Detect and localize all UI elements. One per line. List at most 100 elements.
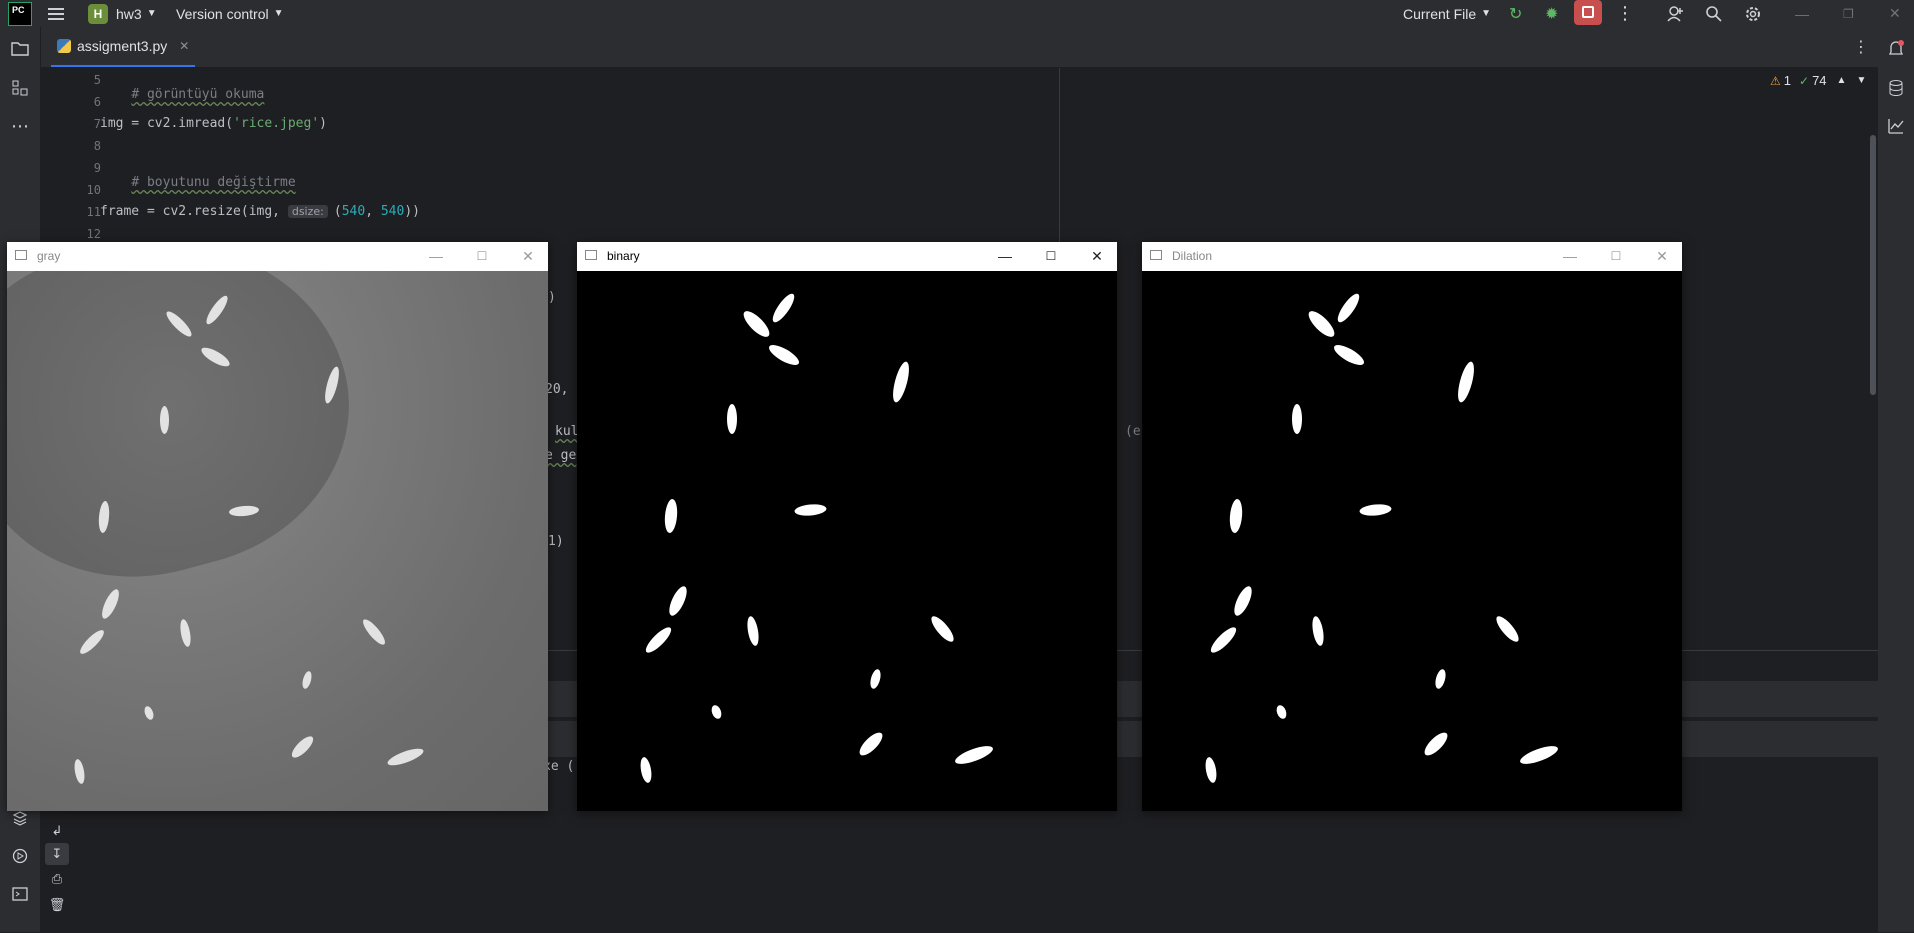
rice-grain: [663, 498, 679, 534]
tab-assigment3[interactable]: assigment3.py ✕: [51, 27, 196, 67]
project-selector[interactable]: H hw3 ▼: [88, 0, 157, 27]
window-title: binary: [607, 249, 640, 263]
rice-grain: [727, 404, 737, 434]
rice-grain: [769, 290, 798, 326]
dilation-image: [1142, 271, 1682, 811]
more-actions-icon[interactable]: ⋮: [1616, 0, 1634, 27]
terminal-icon[interactable]: [9, 883, 31, 905]
scroll-to-end-icon[interactable]: ↧: [45, 843, 69, 865]
soft-wrap-icon[interactable]: ↲: [47, 821, 67, 841]
line-number: 10: [86, 183, 101, 197]
search-icon[interactable]: [1705, 0, 1723, 27]
print-icon[interactable]: ⎙: [47, 869, 67, 889]
code-text: ,: [365, 204, 381, 219]
rice-grain: [1274, 703, 1289, 721]
debug-icon[interactable]: ✹: [1545, 0, 1558, 27]
rice-grain: [745, 615, 761, 647]
pycharm-logo-icon[interactable]: PC: [8, 2, 32, 26]
window-app-icon: [585, 250, 597, 260]
code-line: # boyutunu değiştirme: [100, 160, 296, 205]
rice-grain: [1359, 503, 1392, 517]
code-line: # görüntüyü okuma: [100, 72, 264, 117]
maximize-icon[interactable]: ☐: [1041, 246, 1061, 266]
rice-grain: [1310, 615, 1326, 647]
more-horizontal-icon[interactable]: ⋯: [9, 115, 31, 137]
minimize-window-icon[interactable]: —: [1795, 0, 1809, 27]
python-file-icon: [57, 39, 71, 53]
rice-grain: [889, 360, 913, 404]
rice-grain: [178, 618, 193, 648]
rice-grain: [300, 670, 314, 690]
rice-grain: [1203, 756, 1219, 784]
rice-grain: [98, 587, 123, 621]
project-folder-icon[interactable]: [9, 37, 31, 59]
rice-grain: [709, 703, 724, 721]
line-number: 5: [93, 73, 101, 87]
maximize-icon[interactable]: ☐: [472, 246, 492, 266]
main-menu-icon[interactable]: [48, 0, 66, 27]
code-line: img = cv2.imread('rice.jpeg'): [100, 116, 327, 131]
rice-grain: [868, 668, 883, 690]
tab-more-icon[interactable]: ⋮: [1851, 37, 1871, 57]
add-user-icon[interactable]: [1666, 0, 1684, 27]
chart-icon[interactable]: [1885, 115, 1907, 137]
close-tab-icon[interactable]: ✕: [179, 39, 189, 53]
structure-icon[interactable]: [9, 77, 31, 99]
window-title-bar[interactable]: gray — ☐ ✕: [7, 242, 548, 271]
window-dilation[interactable]: Dilation — ☐ ✕: [1142, 242, 1682, 811]
rice-grain: [1304, 307, 1339, 341]
chevron-down-icon: ▼: [146, 8, 157, 19]
code-line: frame = cv2.resize(img, dsize: (540, 540)…: [100, 204, 420, 219]
minimize-icon[interactable]: —: [1560, 246, 1580, 266]
rice-grain: [77, 627, 107, 657]
rice-grain: [1493, 613, 1522, 645]
comment: # boyutunu değiştirme: [131, 175, 296, 190]
services-icon[interactable]: [9, 845, 31, 867]
rice-grain: [142, 705, 156, 721]
chevron-up-icon[interactable]: ▲: [1837, 75, 1847, 86]
window-title-bar[interactable]: binary — ☐ ✕: [577, 242, 1117, 271]
window-title: gray: [37, 249, 61, 263]
vcs-selector[interactable]: Version control ▼: [176, 0, 284, 27]
maximize-icon[interactable]: ☐: [1606, 246, 1626, 266]
settings-gear-icon[interactable]: [1744, 0, 1762, 27]
number-literal: 540: [380, 204, 405, 219]
rice-grain: [953, 742, 995, 768]
minimize-icon[interactable]: —: [995, 246, 1015, 266]
rice-grain: [1433, 668, 1448, 690]
code-fragment: 20,: [545, 382, 569, 397]
code-fragment: (e: [1125, 424, 1141, 439]
rice-grain: [739, 307, 774, 341]
line-number: 12: [86, 227, 101, 241]
rice-grain: [385, 745, 426, 769]
rice-grain: [359, 616, 389, 648]
rerun-icon[interactable]: ↻: [1509, 0, 1522, 27]
stop-button[interactable]: [1574, 0, 1602, 25]
run-config-selector[interactable]: Current File ▼: [1403, 0, 1491, 27]
rice-grain: [928, 613, 957, 645]
minimize-icon[interactable]: —: [426, 246, 446, 266]
rice-grain: [1454, 360, 1478, 404]
database-icon[interactable]: [1885, 77, 1907, 99]
warning-count: 1: [1783, 73, 1791, 88]
warning-icon: ⚠: [1770, 73, 1781, 88]
right-tool-bar: [1878, 27, 1914, 932]
close-icon[interactable]: ✕: [1087, 246, 1107, 266]
window-app-icon: [1150, 250, 1162, 260]
editor-scrollbar[interactable]: [1870, 135, 1876, 395]
restore-window-icon[interactable]: ❐: [1843, 0, 1854, 27]
line-number: 9: [93, 161, 101, 175]
check-icon: ✓: [1799, 73, 1810, 88]
rice-grain: [856, 729, 886, 759]
close-icon[interactable]: ✕: [518, 246, 538, 266]
chevron-down-icon[interactable]: ▼: [1856, 75, 1866, 86]
trash-icon[interactable]: 🗑: [47, 895, 67, 915]
inspection-widget[interactable]: ⚠ 1 ✓ 74 ▲ ▼: [1770, 73, 1866, 88]
window-binary[interactable]: binary — ☐ ✕: [577, 242, 1117, 811]
rice-grain: [638, 756, 654, 784]
window-gray[interactable]: gray — ☐ ✕: [7, 242, 548, 811]
close-icon[interactable]: ✕: [1652, 246, 1672, 266]
window-title-bar[interactable]: Dilation — ☐ ✕: [1142, 242, 1682, 271]
bell-icon[interactable]: [1885, 37, 1907, 59]
close-window-icon[interactable]: ✕: [1889, 0, 1901, 27]
